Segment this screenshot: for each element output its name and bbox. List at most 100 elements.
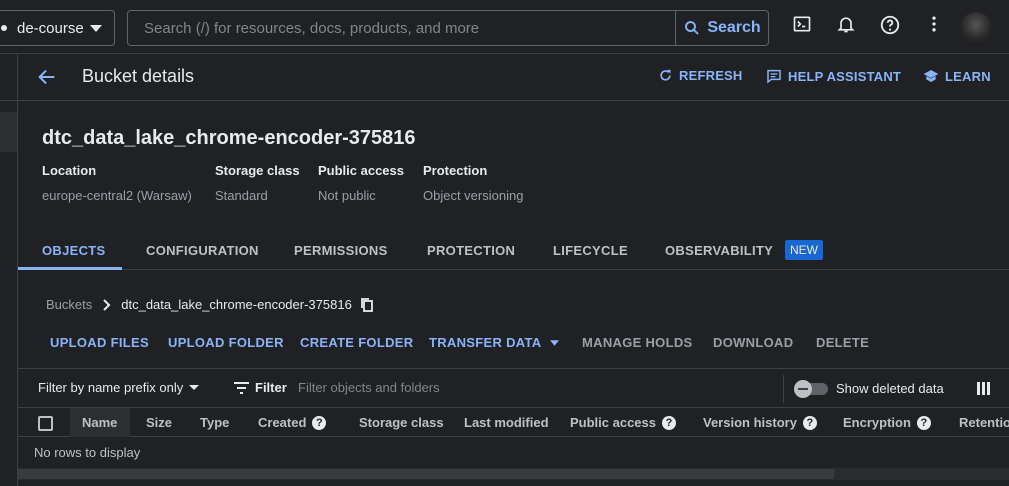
column-header-label: Public access — [570, 415, 656, 430]
help-icon[interactable]: ? — [916, 415, 931, 430]
column-header-last-modified[interactable]: Last modified — [464, 415, 549, 430]
empty-table-message: No rows to display — [34, 445, 141, 460]
transfer-data-button[interactable]: TRANSFER DATA — [429, 335, 560, 350]
search-button-label: Search — [707, 19, 761, 36]
copy-icon[interactable] — [360, 297, 374, 312]
meta-key: Location — [42, 163, 97, 178]
column-header-label: Created — [258, 415, 307, 430]
rail-selected-item[interactable] — [0, 112, 17, 152]
transfer-data-label: TRANSFER DATA — [429, 335, 542, 350]
column-header-size[interactable]: Size — [146, 415, 172, 430]
bucket-name: dtc_data_lake_chrome-encoder-375816 — [42, 127, 416, 149]
filter-text: Filter — [255, 380, 287, 395]
meta-key: Storage class — [215, 163, 300, 178]
meta-public-access: Public access Not public — [318, 163, 404, 203]
toggle-knob — [794, 380, 812, 398]
tab-objects[interactable]: OBJECTS — [42, 243, 106, 258]
more-vert-icon[interactable] — [924, 14, 944, 34]
terminal-icon[interactable] — [792, 14, 812, 34]
top-bar: de-course Search (/) for resources, docs… — [0, 0, 1009, 54]
table-header: Name Size Type Created ? Storage class L… — [18, 408, 1009, 437]
help-assistant-button[interactable]: HELP ASSISTANT — [766, 68, 901, 84]
refresh-icon — [660, 69, 671, 81]
select-all-checkbox[interactable] — [38, 416, 53, 431]
meta-value: europe-central2 (Warsaw) — [42, 188, 192, 203]
tab-lifecycle[interactable]: LIFECYCLE — [553, 243, 628, 258]
column-header-label: Version history — [703, 415, 797, 430]
tab-observability[interactable]: OBSERVABILITY — [665, 243, 773, 258]
download-button[interactable]: DOWNLOAD — [713, 335, 793, 350]
tab-bar: OBJECTS CONFIGURATION PERMISSIONS PROTEC… — [18, 231, 1009, 270]
search-button[interactable]: Search — [675, 11, 768, 45]
column-header-name[interactable]: Name — [82, 415, 117, 430]
meta-value: Standard — [215, 188, 268, 203]
rail-divider — [0, 100, 17, 101]
page-title: Bucket details — [82, 66, 195, 86]
column-header-storage-class[interactable]: Storage class — [359, 415, 444, 430]
breadcrumb-buckets-link[interactable]: Buckets — [46, 297, 92, 312]
column-header-label: Encryption — [843, 415, 911, 430]
page-header: Bucket details REFRESH HELP ASSISTANT LE… — [18, 54, 1009, 101]
tab-permissions[interactable]: PERMISSIONS — [294, 243, 388, 258]
search-input[interactable]: Search (/) for resources, docs, products… — [144, 20, 479, 37]
filter-icon — [234, 381, 249, 394]
filter-prefix-select[interactable]: Filter by name prefix only — [38, 380, 200, 395]
column-header-type[interactable]: Type — [200, 415, 229, 430]
help-assistant-label: HELP ASSISTANT — [788, 68, 902, 84]
manage-holds-button[interactable]: MANAGE HOLDS — [582, 335, 693, 350]
school-icon — [923, 70, 939, 82]
nav-rail — [0, 54, 18, 486]
avatar[interactable] — [960, 12, 992, 44]
meta-storage-class: Storage class Standard — [215, 163, 300, 203]
search-bar[interactable]: Search (/) for resources, docs, products… — [127, 10, 769, 46]
filter-label: Filter — [234, 380, 287, 395]
upload-files-button[interactable]: UPLOAD FILES — [50, 335, 149, 350]
project-dot-icon — [1, 25, 7, 31]
column-display-icon[interactable] — [977, 382, 990, 395]
tab-protection[interactable]: PROTECTION — [427, 243, 515, 258]
refresh-button[interactable]: REFRESH — [658, 68, 743, 83]
help-icon[interactable]: ? — [662, 415, 676, 430]
search-icon — [685, 21, 699, 35]
back-arrow-icon[interactable] — [36, 66, 58, 88]
active-tab-indicator — [18, 267, 122, 270]
chevron-down-icon — [550, 339, 560, 346]
meta-protection: Protection Object versioning — [423, 163, 523, 203]
chat-icon — [767, 69, 781, 84]
column-header-created[interactable]: Created ? — [258, 415, 327, 430]
column-header-public-access[interactable]: Public access ? — [570, 415, 676, 430]
help-icon[interactable]: ? — [312, 415, 327, 430]
scrollbar-thumb[interactable] — [18, 469, 834, 479]
bell-icon[interactable] — [836, 14, 856, 34]
help-icon[interactable]: ? — [802, 415, 817, 430]
delete-button[interactable]: DELETE — [816, 335, 869, 350]
project-selector[interactable]: de-course — [0, 10, 115, 46]
breadcrumb-current: dtc_data_lake_chrome-encoder-375816 — [121, 297, 352, 312]
help-icon[interactable] — [879, 14, 901, 36]
caret-down-icon — [189, 385, 200, 390]
create-folder-button[interactable]: CREATE FOLDER — [300, 335, 413, 350]
tab-configuration[interactable]: CONFIGURATION — [146, 243, 259, 258]
meta-key: Protection — [423, 163, 488, 178]
learn-label: LEARN — [945, 68, 991, 84]
meta-key: Public access — [318, 163, 404, 178]
meta-location: Location europe-central2 (Warsaw) — [42, 163, 192, 203]
filter-bar: Filter by name prefix only Filter Filter… — [18, 368, 1009, 408]
column-header-version-history[interactable]: Version history ? — [703, 415, 817, 430]
breadcrumb: Buckets dtc_data_lake_chrome-encoder-375… — [46, 297, 374, 312]
meta-value: Not public — [318, 188, 376, 203]
column-header-encryption[interactable]: Encryption ? — [843, 415, 931, 430]
divider — [783, 375, 784, 403]
meta-value: Object versioning — [423, 188, 524, 203]
show-deleted-toggle[interactable] — [794, 380, 828, 398]
filter-input[interactable]: Filter objects and folders — [298, 380, 440, 395]
horizontal-scrollbar[interactable] — [18, 468, 1009, 480]
filter-prefix-label: Filter by name prefix only — [38, 380, 184, 395]
upload-folder-button[interactable]: UPLOAD FOLDER — [168, 335, 284, 350]
learn-button[interactable]: LEARN — [923, 68, 991, 84]
project-name: de-course — [17, 19, 84, 37]
refresh-label: REFRESH — [679, 68, 743, 83]
chevron-down-icon — [90, 25, 102, 32]
column-header-retention[interactable]: Retention — [959, 415, 1009, 430]
show-deleted-label: Show deleted data — [836, 381, 944, 396]
